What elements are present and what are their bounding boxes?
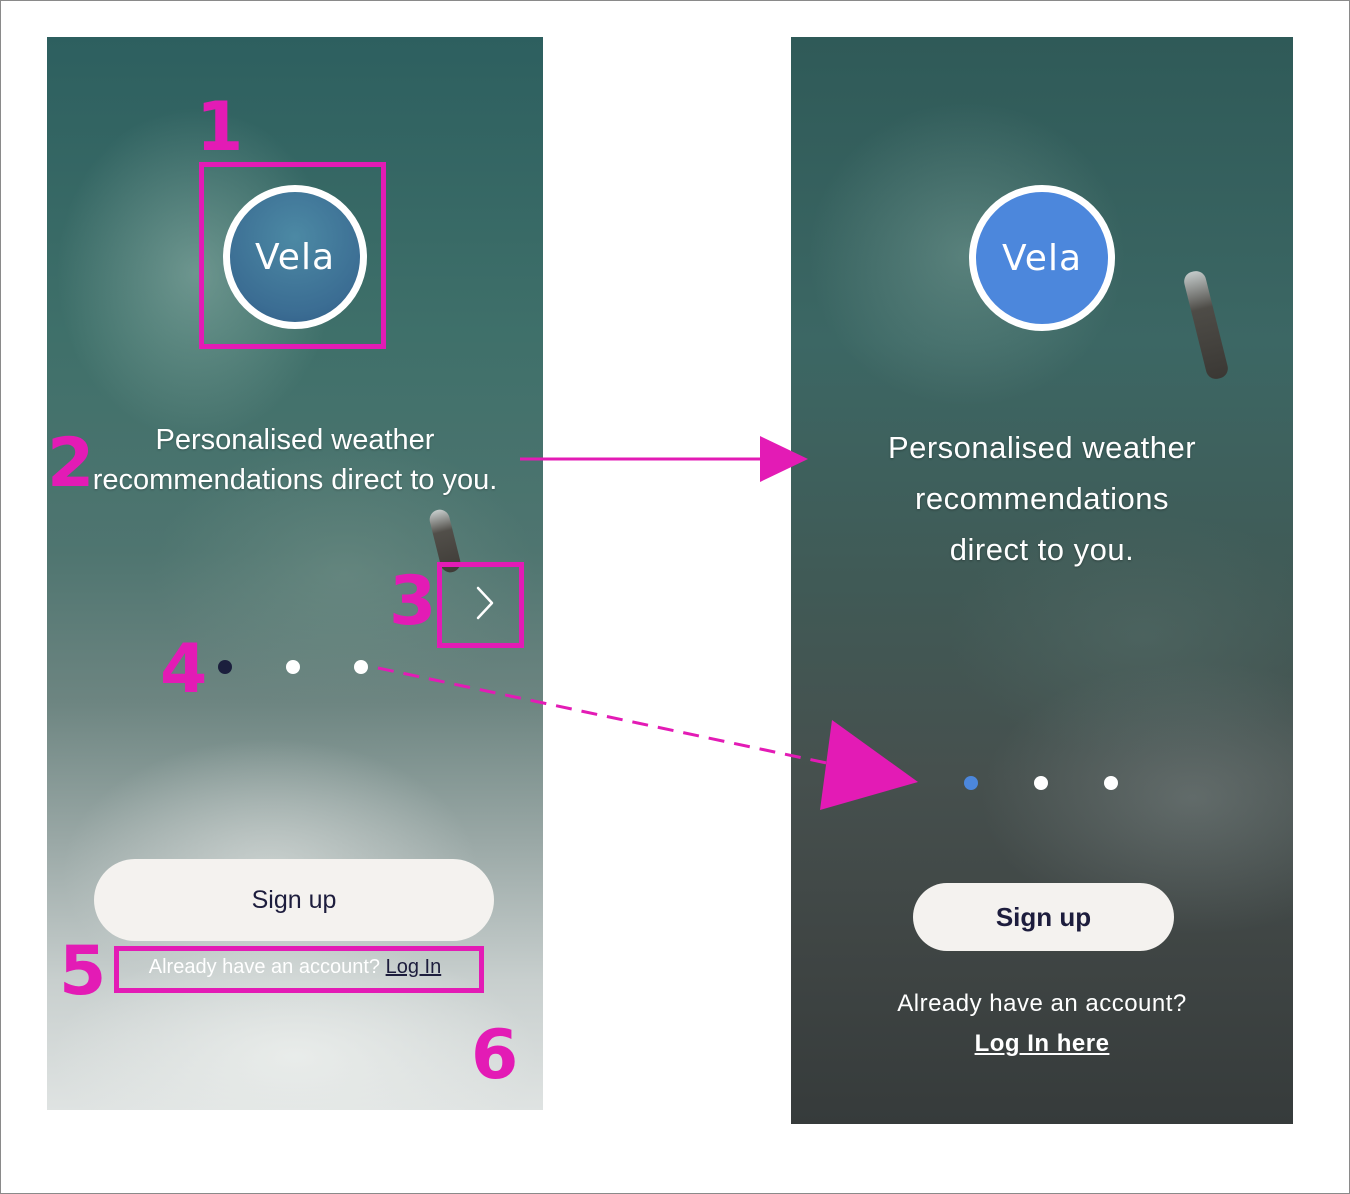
annotation-box-next	[437, 562, 524, 648]
annotation-number-5: 5	[59, 932, 107, 1011]
pagination-dots	[218, 660, 368, 674]
pagination-dots	[964, 776, 1118, 790]
annotation-box-logo	[199, 162, 386, 349]
page-dot-1[interactable]	[964, 776, 978, 790]
page-dot-1[interactable]	[218, 660, 232, 674]
tagline-line: recommendations	[915, 481, 1169, 516]
page-dot-2[interactable]	[1034, 776, 1048, 790]
surfer-image	[1182, 268, 1230, 382]
tagline-line: Personalised weather	[887, 430, 1197, 465]
tagline-line: direct to you.	[949, 532, 1135, 567]
annotation-box-login	[114, 946, 484, 993]
page-dot-3[interactable]	[1104, 776, 1118, 790]
tagline: Personalised weather recommendations dir…	[831, 422, 1253, 575]
logo-text: Vela	[1001, 237, 1083, 279]
annotation-number-1: 1	[196, 88, 244, 167]
login-prompt: Already have an account? Log In here	[831, 984, 1253, 1064]
annotation-number-3: 3	[389, 562, 437, 641]
annotation-number-6: 6	[471, 1016, 519, 1095]
new-screen: Vela Personalised weather recommendation…	[791, 37, 1293, 1124]
log-in-link[interactable]: Log In here	[831, 1024, 1253, 1064]
page-dot-3[interactable]	[354, 660, 368, 674]
vela-logo: Vela	[969, 185, 1115, 331]
annotation-number-2: 2	[47, 424, 95, 503]
page-dot-2[interactable]	[286, 660, 300, 674]
sign-up-button[interactable]: Sign up	[94, 859, 494, 941]
sign-up-button[interactable]: Sign up	[913, 883, 1174, 951]
login-prompt-text: Already have an account?	[897, 990, 1187, 1017]
annotation-number-4: 4	[160, 630, 208, 709]
tagline: Personalised weather recommendations dir…	[92, 424, 498, 496]
